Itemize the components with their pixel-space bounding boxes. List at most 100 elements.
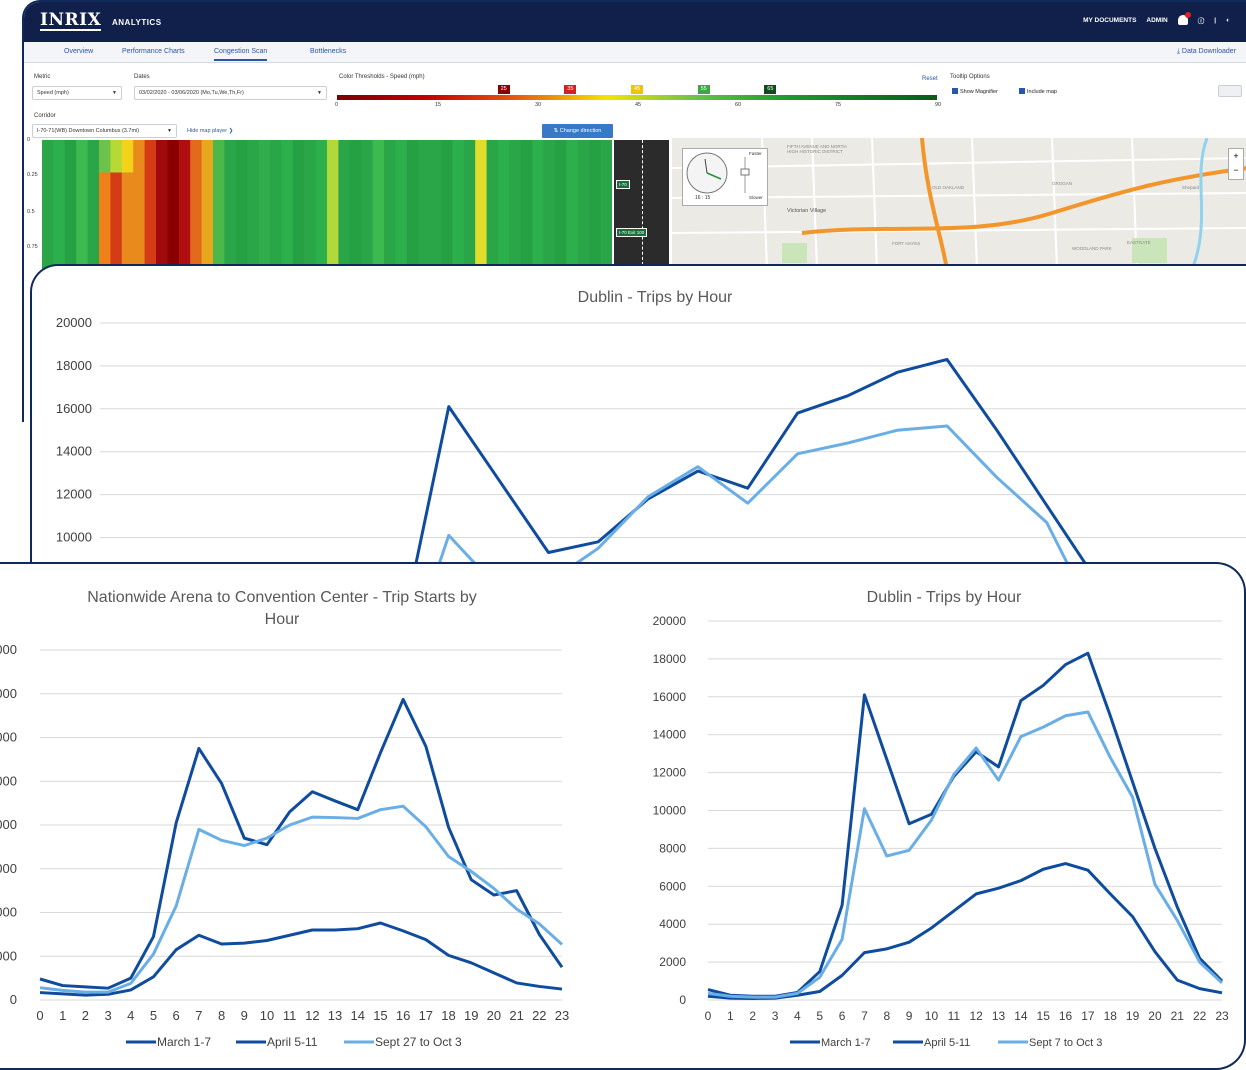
x-tick-label: 14: [351, 1008, 365, 1023]
heatmap-cell: [429, 205, 442, 238]
chevron-down-icon: ▼: [167, 128, 172, 134]
heatmap-cell: [315, 205, 328, 238]
x-tick-label: 13: [992, 1009, 1006, 1023]
map-label: GROGAN: [1052, 181, 1073, 186]
tab-overview[interactable]: Overview: [64, 48, 93, 55]
map-zoom-control[interactable]: + −: [1228, 148, 1244, 180]
x-tick-label: 10: [260, 1008, 274, 1023]
dublin-trips-chart: Dublin - Trips by Hour800010000120001400…: [56, 289, 1246, 751]
heatmap-cell: [338, 205, 351, 238]
settings-button[interactable]: [1218, 85, 1242, 97]
heatmap-cell: [87, 172, 100, 206]
heatmap-cell: [121, 205, 134, 238]
tab-congestion-scan[interactable]: Congestion Scan: [214, 48, 268, 61]
heatmap-cell: [110, 172, 123, 206]
heatmap-cell: [133, 205, 146, 238]
metric-value: Speed (mph): [37, 90, 69, 96]
threshold-marker-35[interactable]: 35: [564, 85, 577, 94]
tab-performance-charts[interactable]: Performance Charts: [122, 48, 185, 55]
color-thresholds-label: Color Thresholds - Speed (mph): [339, 74, 425, 80]
map-label: Shepard: [1182, 185, 1200, 190]
y-tick-label: 000: [0, 642, 17, 657]
y-tick-label: 20000: [653, 614, 687, 628]
reset-link[interactable]: Reset: [922, 76, 938, 82]
threshold-marker-25[interactable]: 25: [497, 85, 510, 94]
include-map-checkbox[interactable]: Include map: [1019, 88, 1057, 95]
heatmap-y-tick: 0.25: [27, 172, 38, 178]
chart-title: Nationwide Arena to Convention Center - …: [87, 589, 477, 606]
data-downloader-button[interactable]: ⤓ Data Downloader: [1177, 48, 1236, 56]
heatmap-cell: [361, 205, 374, 238]
heatmap-cell: [213, 172, 225, 206]
heatmap-cell: [532, 205, 545, 238]
show-magnifier-checkbox[interactable]: Show Magnifier: [952, 88, 998, 95]
heatmap-cell: [258, 140, 271, 173]
slower-label: Slower: [749, 195, 763, 200]
heatmap-cell: [406, 140, 419, 173]
x-tick-label: 18: [1104, 1009, 1118, 1023]
x-tick-label: 15: [373, 1008, 387, 1023]
heatmap-cell: [555, 172, 567, 206]
heatmap-y-tick: 0.5: [27, 209, 35, 215]
road-sign: I-70 Exit 100: [616, 228, 648, 237]
data-downloader-label: Data Downloader: [1181, 48, 1236, 55]
scale-tick: 90: [935, 102, 942, 108]
y-tick-label: 14000: [653, 728, 687, 742]
my-documents-link[interactable]: MY DOCUMENTS: [1083, 17, 1136, 24]
heatmap-cell: [395, 172, 408, 206]
heatmap-cell: [498, 172, 510, 206]
zoom-out-icon[interactable]: −: [1229, 163, 1243, 177]
heatmap-cell: [224, 205, 237, 238]
checkbox-checked-icon: [952, 88, 958, 94]
notification-dot: [1184, 12, 1191, 18]
heatmap-cell: [224, 172, 237, 206]
threshold-marker-65[interactable]: 65: [764, 85, 777, 94]
help-icon[interactable]: ◐: [1226, 17, 1230, 24]
series-line-3: [39, 804, 564, 994]
heatmap-cell: [144, 205, 157, 238]
heatmap-cell: [144, 140, 157, 173]
heatmap-cell: [418, 140, 431, 173]
x-tick-label: 6: [173, 1008, 180, 1023]
heatmap-cell: [475, 172, 488, 206]
x-tick-label: 15: [1037, 1009, 1051, 1023]
heatmap-cell: [532, 172, 545, 206]
hide-map-player-link[interactable]: Hide map player ❯: [187, 128, 233, 134]
heatmap-cell: [486, 172, 499, 206]
heatmap-cell: [577, 205, 590, 238]
clock-time: 16 : 15: [695, 195, 711, 201]
y-tick-label: 0: [10, 992, 17, 1007]
heatmap-cell: [349, 172, 362, 206]
heatmap-cell: [600, 140, 612, 173]
threshold-marker-55[interactable]: 55: [697, 85, 710, 94]
metric-select[interactable]: Speed (mph) ▼: [32, 86, 122, 100]
congestion-heatmap[interactable]: [42, 140, 612, 270]
time-player-widget[interactable]: 16 : 15 Faster Slower: [682, 148, 768, 206]
chart-title: Dublin - Trips by Hour: [867, 589, 1022, 606]
notification-bell-icon[interactable]: [1177, 12, 1191, 25]
heatmap-cell: [42, 172, 54, 206]
heatmap-cell: [110, 140, 123, 173]
x-tick-label: 6: [839, 1009, 846, 1023]
y-tick-label: 18000: [653, 652, 687, 666]
heatmap-cell: [304, 205, 317, 238]
y-tick-label: 6000: [659, 879, 686, 893]
y-tick-label: 16000: [56, 401, 92, 416]
threshold-marker-45[interactable]: 45: [631, 85, 643, 94]
tab-bottlenecks[interactable]: Bottlenecks: [310, 48, 346, 55]
heatmap-cell: [520, 172, 533, 206]
info-icon[interactable]: ⓘ: [1198, 15, 1205, 25]
corridor-select[interactable]: I-70-71(WB) Downtown Columbus (3.7mi) ▼: [32, 124, 177, 138]
heatmap-cell: [281, 172, 294, 206]
admin-link[interactable]: ADMIN: [1146, 17, 1167, 24]
heatmap-cell: [292, 172, 305, 206]
zoom-in-icon[interactable]: +: [1229, 149, 1243, 163]
heatmap-cell: [555, 140, 567, 173]
inrix-logo[interactable]: INRIX: [40, 12, 102, 31]
change-direction-button[interactable]: ⇅ Change direction: [542, 124, 613, 138]
y-tick-label: 000: [0, 948, 17, 963]
dates-select[interactable]: 03/02/2020 - 03/06/2020 (Mo,Tu,We,Th,Fr)…: [134, 86, 327, 100]
heatmap-cell: [53, 205, 66, 238]
heatmap-cell: [201, 140, 214, 173]
x-tick-label: 19: [1126, 1009, 1140, 1023]
